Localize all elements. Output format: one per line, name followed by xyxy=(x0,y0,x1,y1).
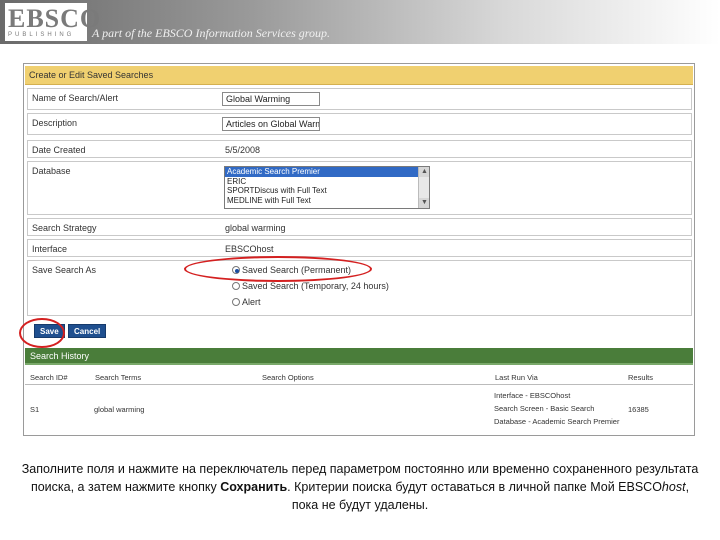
caption-host-word: host xyxy=(661,480,686,494)
description-label: Description xyxy=(32,118,78,128)
date-label: Date Created xyxy=(32,145,86,155)
history-last-run: Search Screen - Basic Search xyxy=(494,404,595,413)
radio-temporary-label: Saved Search (Temporary, 24 hours) xyxy=(242,281,389,291)
name-row: Name of Search/Alert Global Warming xyxy=(27,88,692,110)
listbox-scrollbar[interactable]: ▲ ▼ xyxy=(418,167,429,208)
top-banner: EBSCO PUBLISHING A part of the EBSCO Inf… xyxy=(0,0,720,44)
column-header[interactable]: Last Run Via xyxy=(495,373,538,382)
radio-unchecked-icon[interactable] xyxy=(232,282,240,290)
strategy-value: global warming xyxy=(225,223,286,233)
history-results: 16385 xyxy=(628,405,649,414)
cancel-button[interactable]: Cancel xyxy=(68,324,107,338)
logo-subtext: PUBLISHING xyxy=(8,32,75,38)
scroll-down-icon[interactable]: ▼ xyxy=(419,198,429,208)
database-option[interactable]: MEDLINE with Full Text xyxy=(225,196,429,206)
saved-search-panel: Create or Edit Saved Searches Name of Se… xyxy=(23,63,695,436)
database-option[interactable]: SPORTDiscus with Full Text xyxy=(225,186,429,196)
description-row: Description Articles on Global Warming xyxy=(27,113,692,135)
date-row: Date Created 5/5/2008 xyxy=(27,140,692,158)
banner-tagline: A part of the EBSCO Information Services… xyxy=(92,26,330,40)
interface-label: Interface xyxy=(32,244,68,254)
caption-save-word: Сохранить xyxy=(220,480,288,494)
scroll-up-icon[interactable]: ▲ xyxy=(419,167,429,177)
column-header[interactable]: Search Options xyxy=(262,373,314,382)
database-row: Database Academic Search Premier ERIC SP… xyxy=(27,161,692,215)
history-header: Search History xyxy=(25,348,693,365)
form-header: Create or Edit Saved Searches xyxy=(25,66,693,85)
date-value: 5/5/2008 xyxy=(225,145,261,155)
radio-highlight-ring xyxy=(184,256,372,282)
interface-row: Interface EBSCOhost xyxy=(27,239,692,257)
history-terms[interactable]: global warming xyxy=(94,405,144,414)
database-listbox[interactable]: Academic Search Premier ERIC SPORTDiscus… xyxy=(224,166,430,209)
history-last-run: Interface - EBSCOhost xyxy=(494,391,571,400)
history-columns: Search ID# Search Terms Search Options L… xyxy=(25,372,693,384)
database-label: Database xyxy=(32,166,71,176)
radio-alert-label: Alert xyxy=(242,297,261,307)
history-id: S1 xyxy=(30,405,40,414)
column-divider xyxy=(25,384,693,385)
description-input[interactable]: Articles on Global Warming xyxy=(222,117,320,131)
history-last-run: Database - Academic Search Premier xyxy=(494,417,620,426)
interface-value: EBSCOhost xyxy=(225,244,274,254)
column-header[interactable]: Search Terms xyxy=(95,373,141,382)
caption-text: . Критерии поиска будут оставаться в лич… xyxy=(287,480,662,494)
radio-unchecked-icon[interactable] xyxy=(232,298,240,306)
logo-text: EBSCO xyxy=(8,4,102,33)
database-option[interactable]: ERIC xyxy=(225,177,429,187)
name-label: Name of Search/Alert xyxy=(32,93,119,103)
ebsco-logo: EBSCO PUBLISHING xyxy=(5,3,100,41)
strategy-row: Search Strategy global warming xyxy=(27,218,692,236)
save-highlight-ring xyxy=(19,318,65,348)
history-title: Search History xyxy=(30,351,90,361)
slide-caption: Заполните поля и нажмите на переключател… xyxy=(20,460,700,514)
column-header[interactable]: Search ID# xyxy=(30,373,68,382)
strategy-label: Search Strategy xyxy=(32,223,97,233)
form-title: Create or Edit Saved Searches xyxy=(29,70,154,80)
database-option[interactable]: Academic Search Premier xyxy=(225,167,429,177)
column-header[interactable]: Results xyxy=(628,373,653,382)
radio-alert[interactable]: Alert xyxy=(232,297,261,307)
name-input[interactable]: Global Warming xyxy=(222,92,320,106)
radio-temporary[interactable]: Saved Search (Temporary, 24 hours) xyxy=(232,281,389,291)
save-as-label: Save Search As xyxy=(32,265,97,275)
